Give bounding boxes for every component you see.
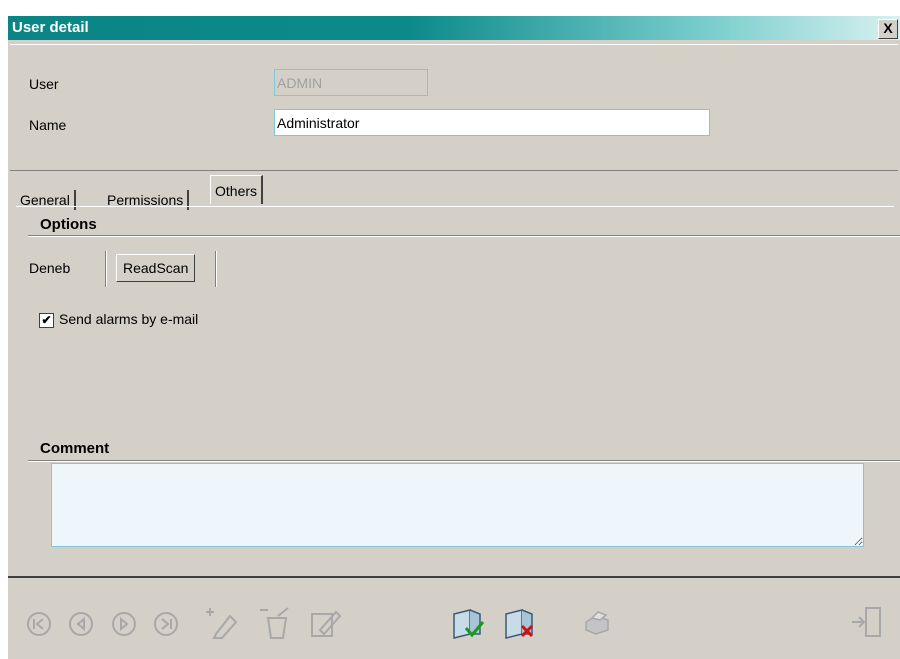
subtab-readscan[interactable]: ReadScan bbox=[116, 254, 196, 282]
header-panel: User Name bbox=[10, 44, 898, 171]
user-label: User bbox=[29, 76, 59, 92]
send-alarms-checkbox[interactable]: ✔ bbox=[39, 313, 54, 328]
tab-others[interactable]: Others bbox=[210, 175, 264, 204]
user-field bbox=[274, 69, 428, 96]
edit-record-icon[interactable] bbox=[308, 604, 342, 640]
subtab-separator bbox=[215, 251, 217, 287]
title-bar[interactable]: User detail X bbox=[8, 16, 900, 40]
name-label: Name bbox=[29, 117, 67, 133]
next-record-icon[interactable] bbox=[111, 611, 137, 637]
options-heading: Options bbox=[40, 216, 97, 233]
subtab-separator bbox=[105, 251, 107, 287]
print-icon[interactable] bbox=[582, 608, 612, 636]
close-button[interactable]: X bbox=[878, 19, 898, 39]
comment-divider bbox=[28, 460, 900, 462]
send-alarms-label[interactable]: Send alarms by e-mail bbox=[59, 311, 198, 327]
cancel-icon[interactable] bbox=[502, 604, 538, 640]
subtab-deneb[interactable]: Deneb bbox=[29, 260, 70, 276]
exit-icon[interactable] bbox=[850, 604, 884, 640]
options-divider bbox=[28, 235, 900, 237]
window-title: User detail bbox=[12, 19, 89, 36]
comment-heading: Comment bbox=[40, 440, 110, 457]
new-record-icon[interactable] bbox=[204, 604, 238, 640]
first-record-icon[interactable] bbox=[26, 611, 52, 637]
delete-record-icon[interactable] bbox=[258, 604, 292, 640]
others-tab-panel: Options Deneb ReadScan ✔ Send alarms by … bbox=[16, 206, 900, 579]
name-field[interactable] bbox=[274, 109, 710, 136]
accept-icon[interactable] bbox=[450, 604, 486, 640]
bottom-toolbar bbox=[8, 576, 900, 659]
user-detail-window: User detail X User Name General Permissi… bbox=[8, 16, 900, 659]
comment-field[interactable] bbox=[51, 463, 864, 547]
previous-record-icon[interactable] bbox=[68, 611, 94, 637]
last-record-icon[interactable] bbox=[153, 611, 179, 637]
